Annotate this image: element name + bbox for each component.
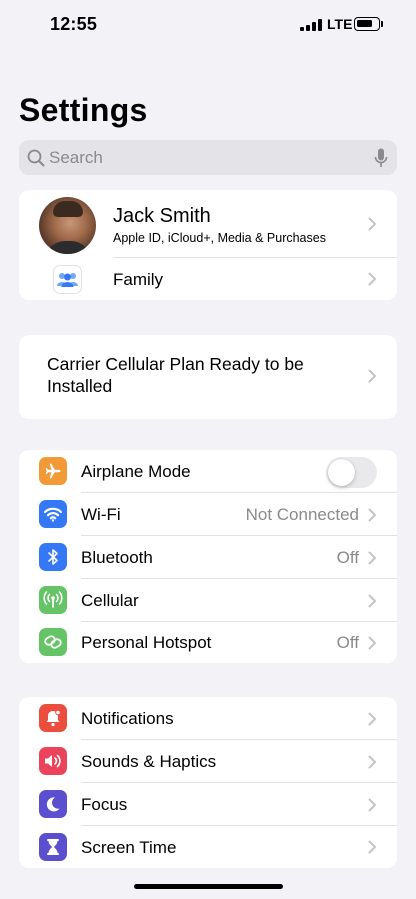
settings-row-personal-hotspot[interactable]: Personal Hotspot Off [19,622,397,663]
carrier-plan-text: Carrier Cellular Plan Ready to be Instal… [47,354,304,396]
airplane-mode-toggle[interactable] [326,457,377,488]
chevron-right-icon [368,217,377,231]
chevron-right-icon [368,755,377,769]
hourglass-icon [39,833,67,861]
wifi-icon [39,500,67,528]
chevron-right-icon [368,636,377,650]
row-label: Sounds & Haptics [81,752,217,771]
battery-icon [354,17,380,31]
battery-tip [381,21,383,27]
family-label: Family [113,270,164,289]
settings-row-bluetooth[interactable]: Bluetooth Off [19,536,397,579]
settings-row-focus[interactable]: Focus [19,783,397,826]
moon-icon [39,790,67,818]
speaker-icon [39,747,67,775]
avatar [39,197,96,254]
bell-icon [39,704,67,732]
cellular-signal-icon [300,19,322,31]
family-icon [53,265,82,294]
chevron-right-icon [368,712,377,726]
airplane-icon [39,457,67,485]
network-type: LTE [327,16,353,32]
settings-row-sounds-haptics[interactable]: Sounds & Haptics [19,740,397,783]
row-label: Cellular [81,591,139,610]
row-value: Not Connected [245,505,359,524]
search-input[interactable] [49,140,369,175]
family-row[interactable]: Family [19,258,397,300]
search-bar[interactable] [19,140,397,175]
settings-row-screen-time[interactable]: Screen Time [19,826,397,868]
settings-row-wifi[interactable]: Wi-Fi Not Connected [19,493,397,536]
search-icon [27,149,45,167]
chevron-right-icon [368,798,377,812]
carrier-plan-banner[interactable]: Carrier Cellular Plan Ready to be Instal… [19,335,397,419]
general-group: Notifications Sounds & Haptics Focus Scr… [19,697,397,868]
row-label: Screen Time [81,838,177,857]
chevron-right-icon [368,840,377,854]
microphone-icon[interactable] [374,148,388,168]
chevron-right-icon [368,508,377,522]
profile-subtitle: Apple ID, iCloud+, Media & Purchases [113,231,326,245]
profile-card: Jack Smith Apple ID, iCloud+, Media & Pu… [19,190,397,300]
row-value: Off [336,633,359,652]
hotspot-link-icon [39,628,67,656]
chevron-right-icon [368,551,377,565]
row-label: Personal Hotspot [81,633,212,652]
settings-row-notifications[interactable]: Notifications [19,697,397,740]
chevron-right-icon [368,369,377,383]
row-label: Airplane Mode [81,462,191,481]
row-label: Bluetooth [81,548,153,567]
settings-row-airplane-mode[interactable]: Airplane Mode [19,450,397,493]
page-title: Settings [19,92,148,128]
apple-id-row[interactable]: Jack Smith Apple ID, iCloud+, Media & Pu… [19,190,397,258]
chevron-right-icon [368,594,377,608]
settings-row-cellular[interactable]: Cellular [19,579,397,622]
connectivity-group: Airplane Mode Wi-Fi Not Connected Blueto… [19,450,397,663]
status-bar: 12:55 LTE [0,0,416,50]
row-label: Notifications [81,709,174,728]
row-label: Focus [81,795,128,814]
bluetooth-icon [39,543,67,571]
home-indicator[interactable] [134,884,283,889]
profile-name: Jack Smith [113,205,211,227]
row-label: Wi-Fi [81,505,121,524]
chevron-right-icon [368,272,377,286]
cellular-antenna-icon [39,586,67,614]
status-time: 12:55 [50,14,98,34]
row-value: Off [336,548,359,567]
